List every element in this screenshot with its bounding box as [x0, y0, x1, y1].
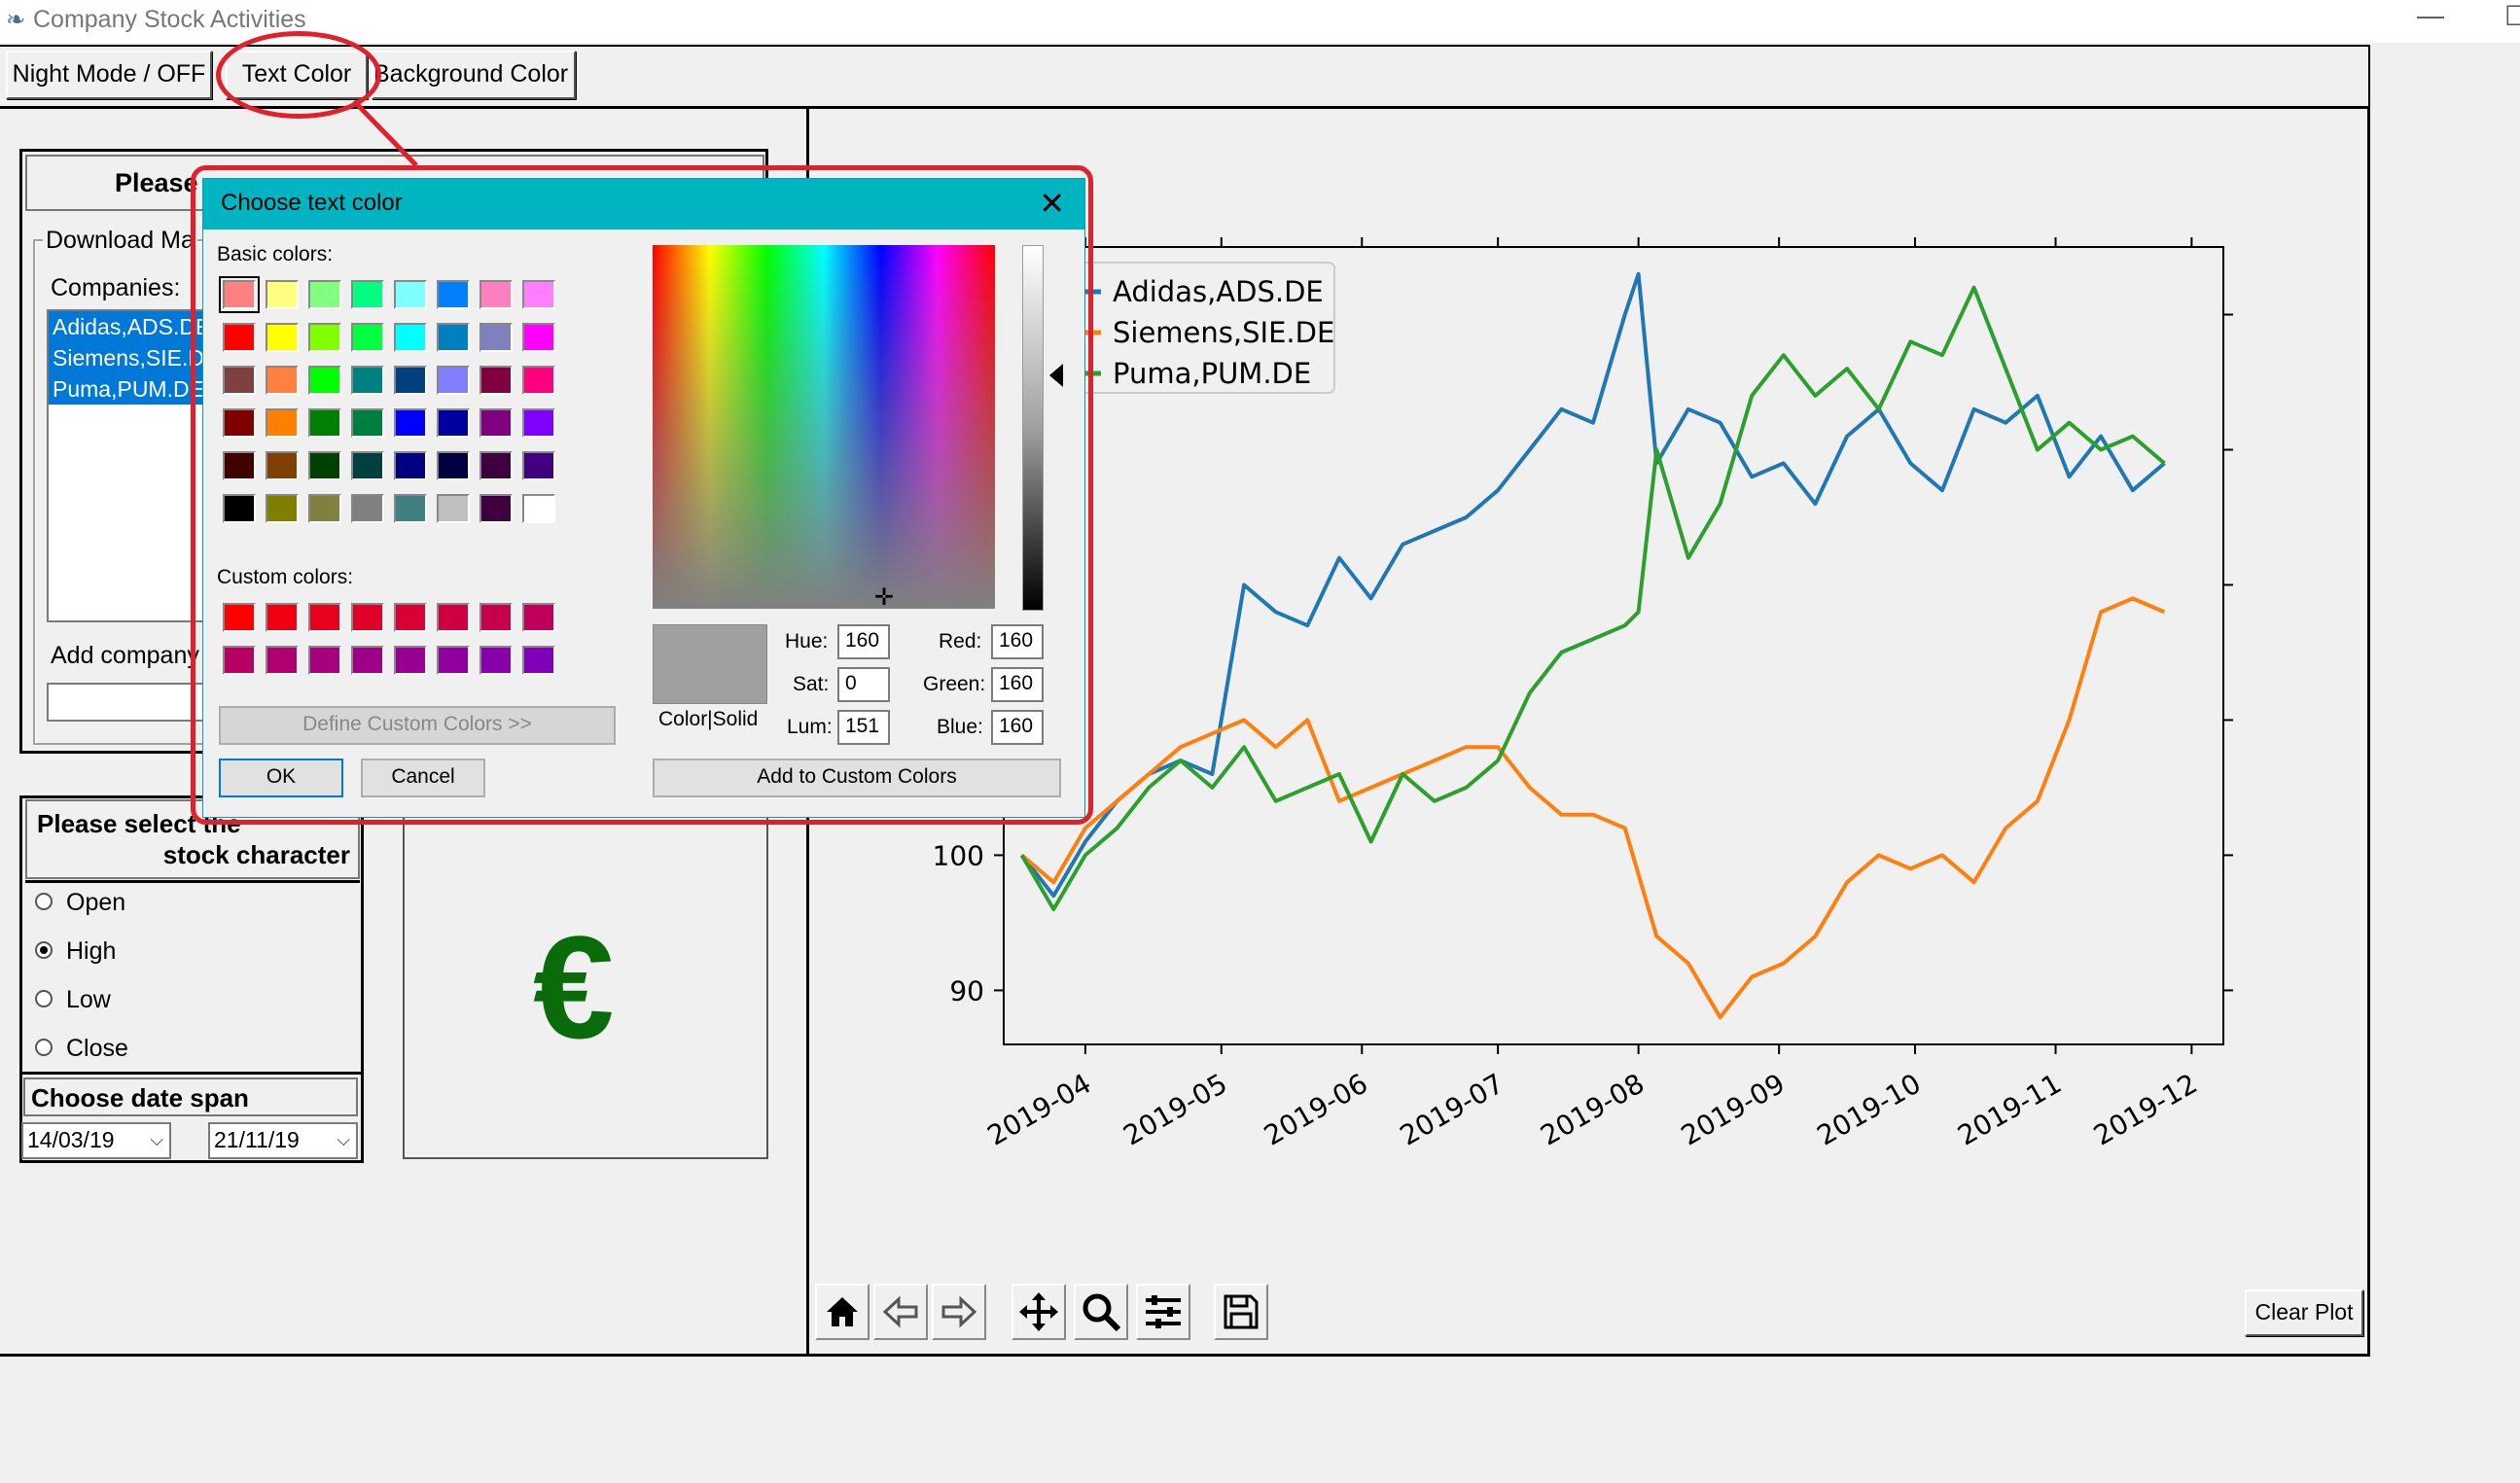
divider	[19, 1072, 364, 1075]
clear-plot-button[interactable]: Clear Plot	[2245, 1289, 2363, 1336]
x-tick-label: 2019-12	[2088, 1067, 2203, 1151]
download-group-label: Download Ma	[43, 227, 197, 255]
app-feather-icon: ❧	[6, 7, 26, 33]
date-span-label: Choose date span	[31, 1083, 249, 1112]
stock-header-line2: stock character	[162, 840, 350, 869]
legend-label: Siemens,SIE.DE	[1113, 316, 1334, 349]
night-mode-button[interactable]: Night Mode / OFF	[6, 51, 212, 99]
radio-close-label: Close	[66, 1035, 128, 1062]
add-company-label: Add company	[51, 642, 199, 669]
divider	[25, 880, 360, 883]
zoom-icon	[1083, 1293, 1121, 1332]
annotation-box	[191, 165, 1093, 825]
x-tick-label: 2019-08	[1535, 1067, 1650, 1151]
euro-icon: €	[533, 905, 615, 1069]
y-tick-label: 90	[949, 974, 984, 1006]
pan-button[interactable]	[1012, 1284, 1066, 1340]
date-to-combo[interactable]: 21/11/19 ⌵	[208, 1122, 358, 1159]
y-tick-label: 100	[933, 839, 984, 871]
companies-label: Companies:	[51, 274, 181, 301]
annotation-connector	[352, 99, 418, 167]
y-tick-labels: 90 100	[933, 839, 984, 1006]
please-header: Please	[115, 168, 198, 197]
currency-frame: €	[403, 795, 768, 1159]
back-arrow-icon	[882, 1295, 918, 1328]
x-tick-label: 2019-06	[1259, 1067, 1373, 1151]
x-tick-label: 2019-07	[1395, 1067, 1509, 1151]
radio-low-label: Low	[66, 986, 111, 1013]
window-title: Company Stock Activities	[33, 6, 306, 33]
legend-label: Adidas,ADS.DE	[1113, 275, 1324, 308]
x-tick-label: 2019-04	[982, 1067, 1097, 1151]
configure-icon	[1146, 1295, 1181, 1328]
save-icon	[1224, 1294, 1259, 1329]
x-tick-label: 2019-05	[1118, 1067, 1232, 1151]
radio-open[interactable]	[35, 893, 53, 910]
legend-label: Puma,PUM.DE	[1113, 357, 1311, 390]
radio-high[interactable]	[35, 941, 53, 959]
background-color-button[interactable]: Background Color	[372, 51, 576, 99]
date-from-combo[interactable]: 14/03/19 ⌵	[21, 1122, 171, 1159]
forward-button[interactable]	[932, 1284, 986, 1340]
date-to-value: 21/11/19	[214, 1127, 300, 1152]
date-span-header: Choose date span	[23, 1077, 358, 1116]
home-button[interactable]	[815, 1284, 870, 1340]
back-button[interactable]	[873, 1284, 928, 1340]
x-tick-label: 2019-11	[1952, 1067, 2067, 1151]
minimize-icon[interactable]: —	[2417, 0, 2444, 31]
radio-low[interactable]	[35, 990, 53, 1007]
home-icon	[827, 1297, 858, 1326]
x-tick-labels: 2019-04 2019-05 2019-06 2019-07 2019-08 2019-…	[982, 1067, 2203, 1151]
chevron-down-icon: ⌵	[150, 1130, 163, 1149]
radio-close[interactable]	[35, 1039, 53, 1056]
save-button[interactable]	[1214, 1284, 1268, 1340]
forward-arrow-icon	[941, 1295, 977, 1328]
maximize-icon[interactable]: ☐	[2504, 0, 2520, 32]
date-from-value: 14/03/19	[27, 1127, 115, 1152]
configure-button[interactable]	[1136, 1284, 1190, 1340]
title-bar: ❧ Company Stock Activities — ☐	[0, 0, 2520, 43]
pan-icon	[1019, 1292, 1058, 1331]
x-tick-label: 2019-09	[1676, 1067, 1791, 1151]
zoom-button[interactable]	[1074, 1284, 1128, 1340]
chevron-down-icon: ⌵	[337, 1130, 350, 1149]
x-tick-label: 2019-10	[1812, 1067, 1927, 1151]
radio-high-label: High	[66, 937, 117, 965]
radio-open-label: Open	[66, 889, 126, 916]
